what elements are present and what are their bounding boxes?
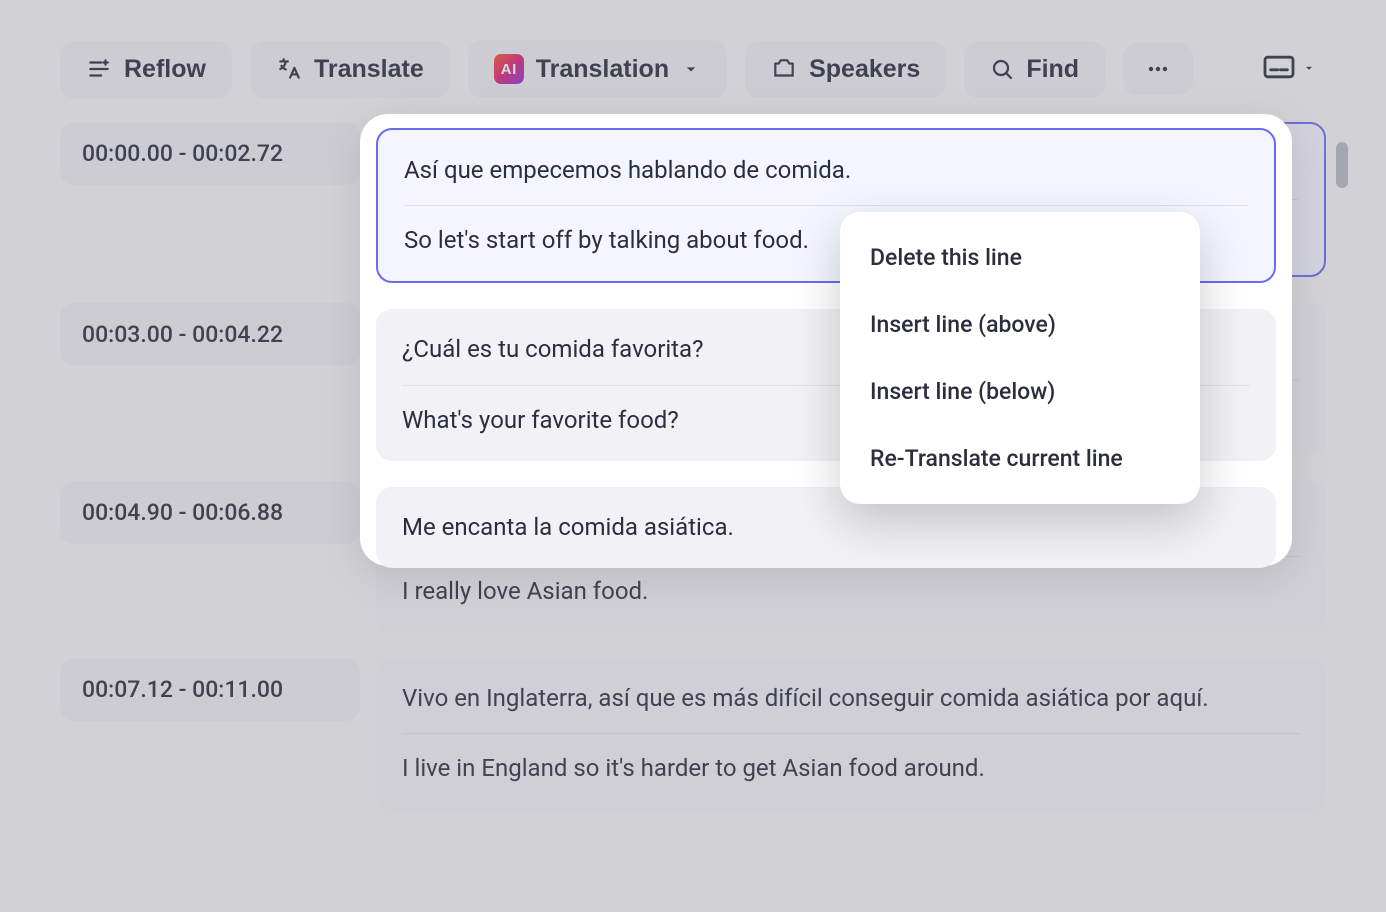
find-label: Find — [1026, 55, 1079, 84]
ai-badge-icon: AI — [494, 54, 524, 84]
speakers-button[interactable]: Speakers — [745, 41, 946, 98]
more-button[interactable] — [1123, 43, 1193, 95]
timestamp-chip[interactable]: 00:04.90 - 00:06.88 — [60, 481, 360, 544]
menu-item-delete-line[interactable]: Delete this line — [840, 224, 1200, 291]
view-mode-toggle[interactable] — [1252, 45, 1326, 93]
timestamp-chip[interactable]: 00:07.12 - 00:11.00 — [60, 658, 360, 721]
target-text: I really love Asian food. — [402, 573, 1300, 610]
menu-item-insert-below[interactable]: Insert line (below) — [840, 358, 1200, 425]
timestamp-chip[interactable]: 00:03.00 - 00:04.22 — [60, 303, 360, 366]
reflow-label: Reflow — [124, 55, 206, 84]
speakers-icon — [771, 56, 797, 82]
cell-divider — [402, 733, 1300, 734]
translation-label: Translation — [536, 55, 669, 84]
more-horizontal-icon — [1143, 57, 1173, 81]
caret-down-icon — [1302, 60, 1316, 79]
translate-button[interactable]: Translate — [250, 41, 450, 98]
translation-dropdown[interactable]: AI Translation — [468, 40, 727, 98]
menu-item-insert-above[interactable]: Insert line (above) — [840, 291, 1200, 358]
source-text: Me encanta la comida asiática. — [402, 509, 1250, 546]
timestamp-chip[interactable]: 00:00.00 - 00:02.72 — [60, 122, 360, 185]
scrollbar-thumb[interactable] — [1336, 142, 1348, 188]
menu-item-retranslate[interactable]: Re-Translate current line — [840, 425, 1200, 492]
translate-label: Translate — [314, 55, 424, 84]
cell-divider — [404, 205, 1248, 206]
source-text: Vivo en Inglaterra, así que es más difíc… — [402, 680, 1300, 733]
chevron-down-icon — [681, 59, 701, 79]
reflow-button[interactable]: Reflow — [60, 41, 232, 98]
context-menu: Delete this line Insert line (above) Ins… — [840, 212, 1200, 504]
source-text: Así que empecemos hablando de comida. — [404, 152, 1248, 205]
target-text: I live in England so it's harder to get … — [402, 750, 1300, 787]
reflow-icon — [86, 56, 112, 82]
transcript-cell[interactable]: Vivo en Inglaterra, así que es más difíc… — [376, 658, 1326, 809]
translate-icon — [276, 56, 302, 82]
search-icon — [990, 57, 1014, 81]
find-button[interactable]: Find — [964, 41, 1105, 98]
speakers-label: Speakers — [809, 55, 920, 84]
transcript-row: 00:07.12 - 00:11.00 Vivo en Inglaterra, … — [60, 658, 1326, 809]
subtitle-view-icon — [1262, 53, 1296, 85]
toolbar: Reflow Translate AI Translation Speakers — [0, 0, 1386, 122]
